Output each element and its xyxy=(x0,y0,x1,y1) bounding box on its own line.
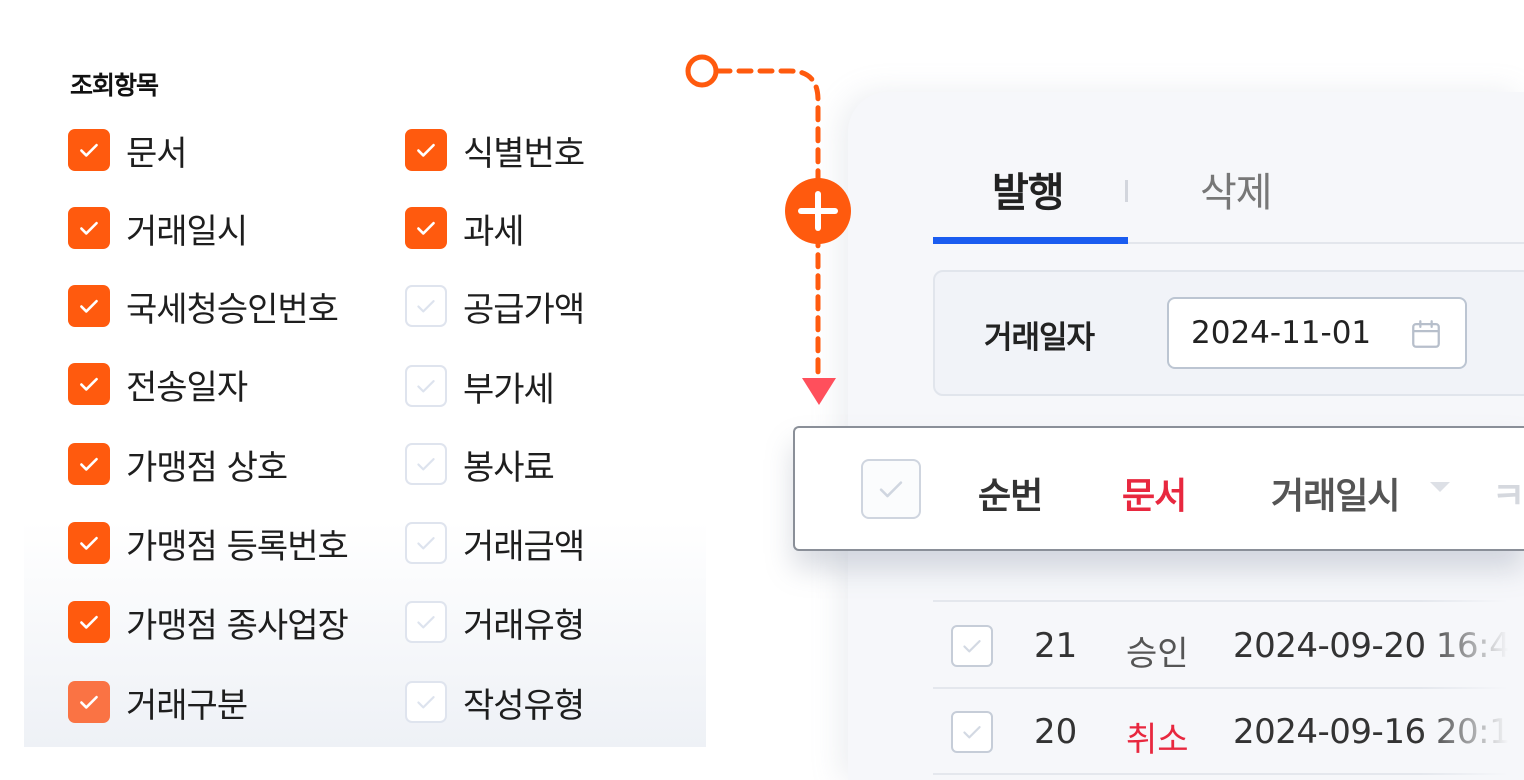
cell-doc: 승인 xyxy=(1126,634,1189,674)
option-label: 공급가액 xyxy=(463,289,585,330)
row-checkbox[interactable] xyxy=(951,711,993,753)
option-transaction-amount[interactable]: 거래금액 xyxy=(405,522,585,567)
fade-overlay xyxy=(1420,600,1524,780)
option-label: 가맹점 등록번호 xyxy=(126,526,349,567)
option-service-charge[interactable]: 봉사료 xyxy=(405,443,555,488)
option-label: 봉사료 xyxy=(463,447,555,488)
check-icon xyxy=(417,616,435,629)
check-icon xyxy=(963,726,981,739)
check-icon xyxy=(417,143,435,157)
column-header-seq[interactable]: 순번 xyxy=(978,467,1043,519)
tab-issue[interactable]: 발행 xyxy=(992,160,1065,218)
date-input[interactable]: 2024-11-01 xyxy=(1167,297,1467,369)
column-header-datetime[interactable]: 거래일시 xyxy=(1271,467,1400,519)
check-icon xyxy=(80,457,98,471)
check-icon xyxy=(80,615,98,629)
option-label: 거래일시 xyxy=(126,211,248,252)
option-supply-amount[interactable]: 공급가액 xyxy=(405,285,585,330)
check-icon xyxy=(80,695,98,709)
column-header-doc[interactable]: 문서 xyxy=(1122,467,1187,519)
check-icon xyxy=(80,299,98,313)
check-icon xyxy=(80,143,98,157)
option-transaction-category[interactable]: 거래유형 xyxy=(405,601,585,646)
option-label: 거래금액 xyxy=(463,526,585,567)
checkbox-checked[interactable] xyxy=(68,363,110,405)
option-label: 문서 xyxy=(126,133,188,174)
checkbox-checked[interactable] xyxy=(68,443,110,485)
tab-active-indicator xyxy=(933,237,1128,244)
select-all-checkbox[interactable] xyxy=(861,459,921,519)
checkbox-checked[interactable] xyxy=(68,129,110,171)
check-icon xyxy=(879,481,903,498)
option-label: 식별번호 xyxy=(463,133,585,174)
option-merchant-sub-business[interactable]: 가맹점 종사업장 xyxy=(68,601,349,646)
option-transaction-datetime[interactable]: 거래일시 xyxy=(68,207,248,252)
check-icon xyxy=(417,696,435,709)
option-label: 전송일자 xyxy=(126,367,248,408)
option-label: 부가세 xyxy=(463,369,555,410)
checkbox-unchecked[interactable] xyxy=(405,365,447,407)
tab-delete[interactable]: 삭제 xyxy=(1200,160,1273,218)
option-label: 과세 xyxy=(463,211,525,252)
option-label: 가맹점 상호 xyxy=(126,447,288,488)
option-transmission-date[interactable]: 전송일자 xyxy=(68,363,248,408)
cell-doc: 취소 xyxy=(1126,720,1189,760)
check-icon xyxy=(417,221,435,235)
cell-seq: 20 xyxy=(1034,712,1078,752)
filter-label: 거래일자 xyxy=(984,320,1095,356)
checkbox-checked[interactable] xyxy=(68,285,110,327)
option-merchant-registration-number[interactable]: 가맹점 등록번호 xyxy=(68,522,349,567)
checkbox-unchecked[interactable] xyxy=(405,285,447,327)
checkbox-unchecked[interactable] xyxy=(405,522,447,564)
section-title: 조회항목 xyxy=(70,71,159,100)
tab-divider xyxy=(1125,180,1128,202)
option-vat[interactable]: 부가세 xyxy=(405,365,555,410)
check-icon xyxy=(80,536,98,550)
column-header-partial: ㅋ xyxy=(1492,476,1524,517)
checkbox-checked[interactable] xyxy=(405,129,447,171)
checkbox-unchecked[interactable] xyxy=(405,681,447,723)
option-merchant-name[interactable]: 가맹점 상호 xyxy=(68,443,288,488)
option-nts-approval-number[interactable]: 국세청승인번호 xyxy=(68,285,339,330)
option-label: 거래유형 xyxy=(463,605,585,646)
checkbox-checked[interactable] xyxy=(68,207,110,249)
option-label: 거래구분 xyxy=(126,685,248,726)
check-icon xyxy=(963,640,981,653)
check-icon xyxy=(80,377,98,391)
option-identification-number[interactable]: 식별번호 xyxy=(405,129,585,174)
option-document[interactable]: 문서 xyxy=(68,129,188,174)
checkbox-unchecked[interactable] xyxy=(405,443,447,485)
check-icon xyxy=(417,300,435,313)
check-icon xyxy=(417,458,435,471)
check-icon xyxy=(417,537,435,550)
row-checkbox[interactable] xyxy=(951,625,993,667)
date-value: 2024-11-01 xyxy=(1191,315,1372,351)
option-transaction-type[interactable]: 거래구분 xyxy=(68,681,248,726)
check-icon xyxy=(80,221,98,235)
chevron-down-icon[interactable] xyxy=(1428,480,1452,494)
option-label: 작성유형 xyxy=(463,685,585,726)
option-label: 국세청승인번호 xyxy=(126,289,339,330)
checkbox-checked[interactable] xyxy=(405,207,447,249)
checkbox-unchecked[interactable] xyxy=(405,601,447,643)
check-icon xyxy=(417,380,435,393)
option-creation-type[interactable]: 작성유형 xyxy=(405,681,585,726)
checkbox-checked[interactable] xyxy=(68,601,110,643)
calendar-icon[interactable] xyxy=(1409,317,1443,351)
checkbox-checked[interactable] xyxy=(68,681,110,723)
cell-seq: 21 xyxy=(1034,626,1078,666)
checkbox-checked[interactable] xyxy=(68,522,110,564)
option-taxation[interactable]: 과세 xyxy=(405,207,525,252)
option-label: 가맹점 종사업장 xyxy=(126,605,349,646)
